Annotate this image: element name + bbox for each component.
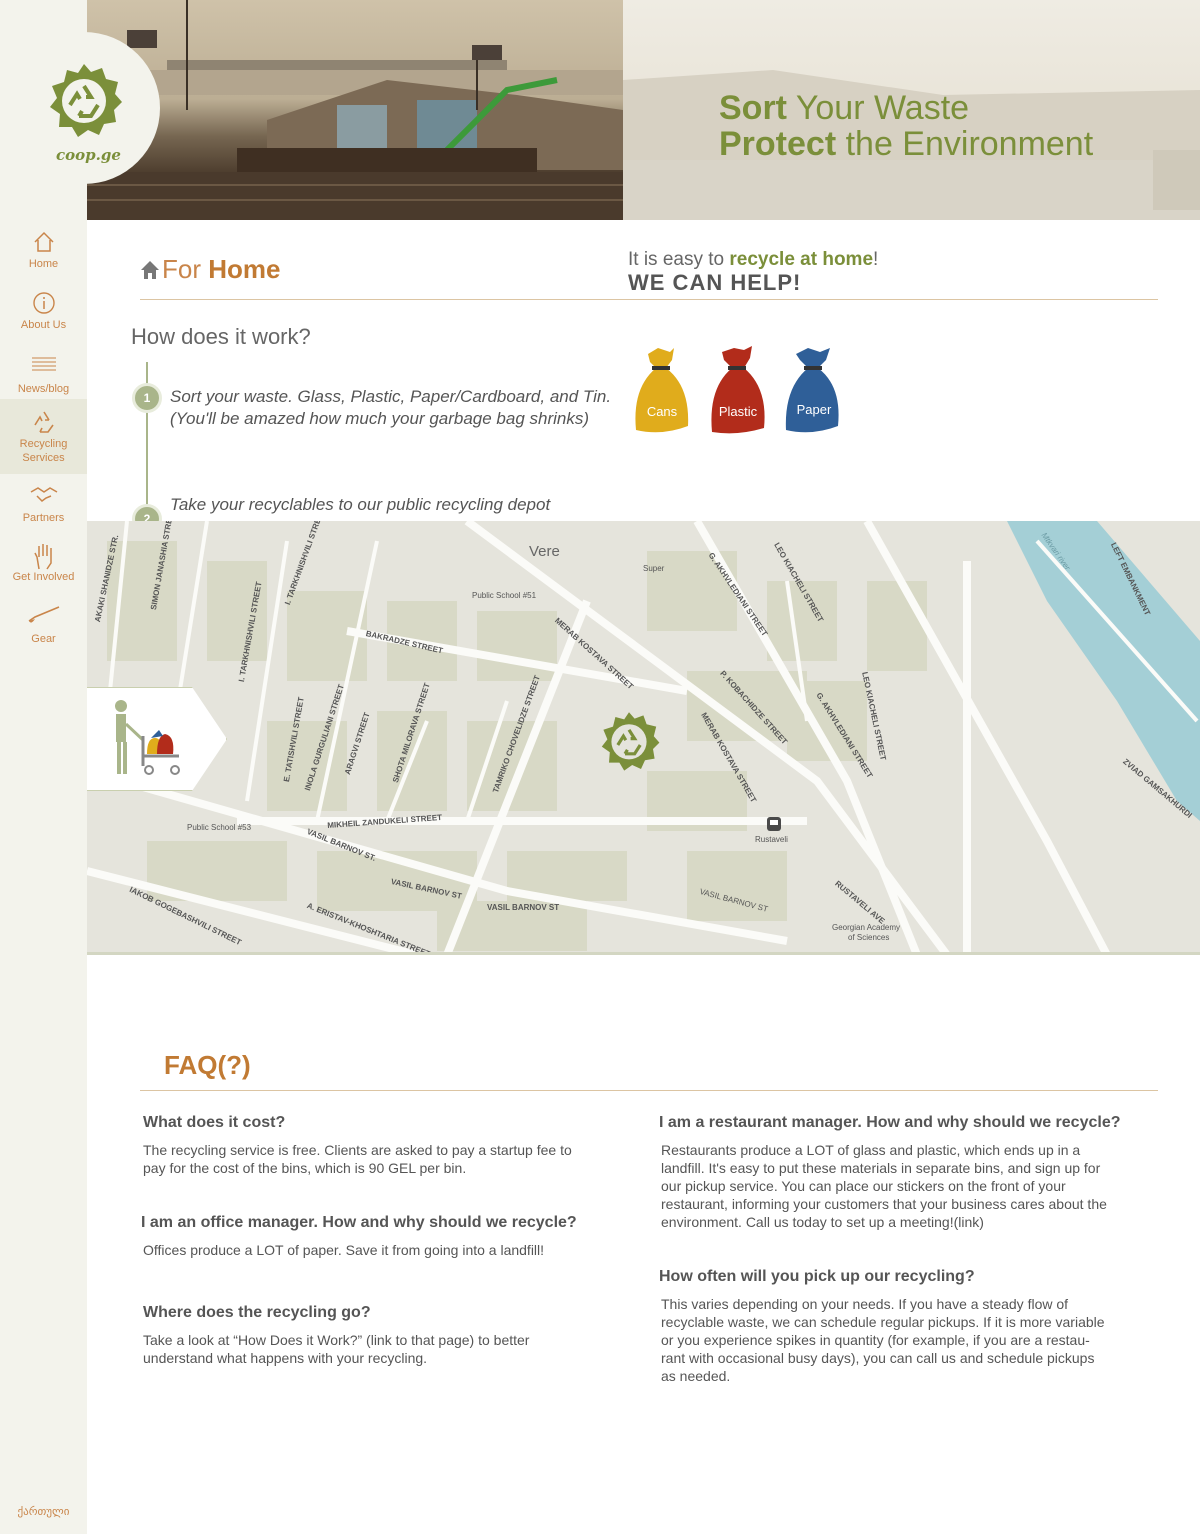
nav-label-partners: Partners [22, 512, 65, 524]
faq-answer-line: Restaurants produce a LOT of glass and p… [661, 1142, 1081, 1158]
faq-answer-line: restaurant, informing your customers tha… [661, 1196, 1107, 1212]
nav-label-about-us: About Us [20, 319, 67, 331]
faq-answer-line: pay for the cost of the bins, which is 9… [143, 1160, 467, 1176]
help-heading: WE CAN HELP! [628, 270, 802, 295]
faq-answer-line: or you experience spikes in quantity (fo… [661, 1332, 1090, 1348]
faq-answer-line: recyclable waste, we can schedule regula… [661, 1314, 1105, 1330]
faq-answer: Take a look at “How Does it Work?” (link… [143, 1331, 529, 1367]
faq-title: FAQ(?) [164, 1050, 251, 1080]
recycle-icon [0, 409, 87, 437]
map-label: Super [643, 564, 665, 573]
nav-item-about-us[interactable]: About Us [0, 287, 87, 347]
faq-question: I am a restaurant manager. How and why s… [659, 1114, 1121, 1131]
map-label: Public School #53 [187, 823, 252, 832]
plastic-bag: Plastic [706, 346, 770, 436]
hero-line1-rest: Your Waste [787, 89, 970, 127]
nav-label-gear: Gear [31, 633, 56, 645]
sidebar: Home About Us News/blog Recycling Servic… [0, 0, 87, 1534]
page-title-home: Home [208, 254, 281, 284]
step-1-text: Sort your waste. Glass, Plastic, Paper/C… [170, 386, 611, 430]
faq-question: How often will you pick up our recycling… [659, 1268, 975, 1285]
faq-answer: Restaurants produce a LOT of glass and p… [661, 1141, 1107, 1231]
recycle-logo-icon [50, 64, 122, 137]
info-icon [0, 291, 87, 319]
nav-item-partners[interactable]: Partners [0, 484, 87, 529]
faq-answer-line: understand what happens with your recycl… [143, 1350, 428, 1366]
divider [140, 299, 1158, 300]
logo-text: coop.ge [56, 146, 121, 164]
paper-bag: Paper [782, 346, 846, 436]
easy-bold: recycle at home [729, 249, 874, 270]
page-title: For Home [140, 254, 280, 287]
faq-divider [140, 1090, 1158, 1091]
cans-bag: Cans [630, 346, 694, 436]
nav-label-recycling-services: Recycling Services [19, 438, 68, 464]
map-label: VASIL BARNOV ST [487, 903, 560, 912]
easy-tagline: It is easy to recycle at home! [628, 249, 878, 271]
faq-answer: This varies depending on your needs. If … [661, 1295, 1105, 1385]
step-1-line2: (You'll be amazed how much your garbage … [170, 409, 590, 428]
faq-question: Where does the recycling go? [143, 1304, 371, 1321]
hero-line1-bold: Sort [719, 89, 787, 127]
metro-station-icon [767, 817, 781, 831]
nav-label-home: Home [28, 258, 59, 270]
step-2-text: Take your recyclables to our public recy… [170, 495, 551, 514]
faq-question: What does it cost? [143, 1114, 286, 1131]
plastic-bag-icon [711, 346, 765, 434]
step-1-line1: Sort your waste. Glass, Plastic, Paper/C… [170, 387, 612, 406]
faq-answer-line: rant with occasional busy days), you can… [661, 1350, 1095, 1366]
faq-answer-line: our pickup service. You can place our st… [661, 1178, 1066, 1194]
scrapyard-photo [87, 0, 623, 220]
map-label: Rustaveli [755, 835, 788, 844]
person-with-cart-icon [115, 700, 180, 775]
faq-answer: Offices produce a LOT of paper. Save it … [143, 1241, 544, 1259]
depot-map[interactable]: Vere Super Public School #51 MERAB KOSTA… [87, 521, 1200, 955]
faq-answer-line: The recycling service is free. Clients a… [143, 1142, 572, 1158]
hero-line2-bold: Protect [719, 125, 837, 163]
faq-answer-line: environment. Call us today to set up a m… [661, 1214, 984, 1230]
map-label: Vere [529, 543, 560, 560]
cans-bag-label: Cans [646, 404, 678, 419]
hand-icon [0, 543, 87, 571]
page-title-for: For [162, 254, 209, 284]
faq-answer-line: Offices produce a LOT of paper. Save it … [143, 1242, 545, 1258]
faq-answer-line: as needed. [661, 1368, 731, 1384]
nav-label-get-involved: Get Involved [12, 571, 75, 583]
map-label: Georgian Academy [832, 923, 901, 932]
faq-answer-line: Take a look at “How Does it Work?” (link… [143, 1332, 530, 1348]
paper-bag-label: Paper [796, 402, 832, 417]
easy-suffix: ! [873, 249, 879, 270]
faq-answer: The recycling service is free. Clients a… [143, 1141, 572, 1177]
plastic-bag-label: Plastic [718, 404, 758, 419]
faq-answer-line: landfill. It's easy to put these materia… [661, 1160, 1101, 1176]
nav-label-news-blog: News/blog [17, 383, 70, 395]
cans-bag-icon [635, 348, 689, 433]
hero-banner: Sort Your Waste Protect the Environment [87, 0, 1200, 220]
faq-answer-line: This varies depending on your needs. If … [661, 1296, 1069, 1312]
language-switch[interactable]: ქართული [0, 1505, 87, 1518]
how-it-works-title: How does it work? [131, 324, 311, 349]
house-icon [140, 256, 160, 287]
nav-item-gear[interactable]: Gear [0, 605, 87, 650]
nav-item-recycling-services[interactable]: Recycling Services [0, 399, 87, 474]
map-label: Public School #51 [472, 591, 537, 600]
nav-item-get-involved[interactable]: Get Involved [0, 543, 87, 588]
paper-bag-icon [785, 348, 839, 433]
brush-icon [0, 605, 87, 633]
map-label: of Sciences [848, 933, 890, 942]
hero-line2-rest: the Environment [836, 125, 1094, 163]
faq-question: I am an office manager. How and why shou… [141, 1214, 577, 1231]
home-icon [0, 230, 87, 258]
hero-tagline: Sort Your Waste Protect the Environment [719, 90, 1093, 162]
nav-item-home[interactable]: Home [0, 226, 87, 287]
depot-location-icon[interactable] [597, 709, 661, 773]
step-1-number: 1 [132, 383, 162, 413]
logo[interactable]: coop.ge [0, 32, 160, 184]
easy-prefix: It is easy to [628, 249, 730, 270]
lines-icon [0, 355, 87, 383]
handshake-icon [0, 484, 87, 512]
